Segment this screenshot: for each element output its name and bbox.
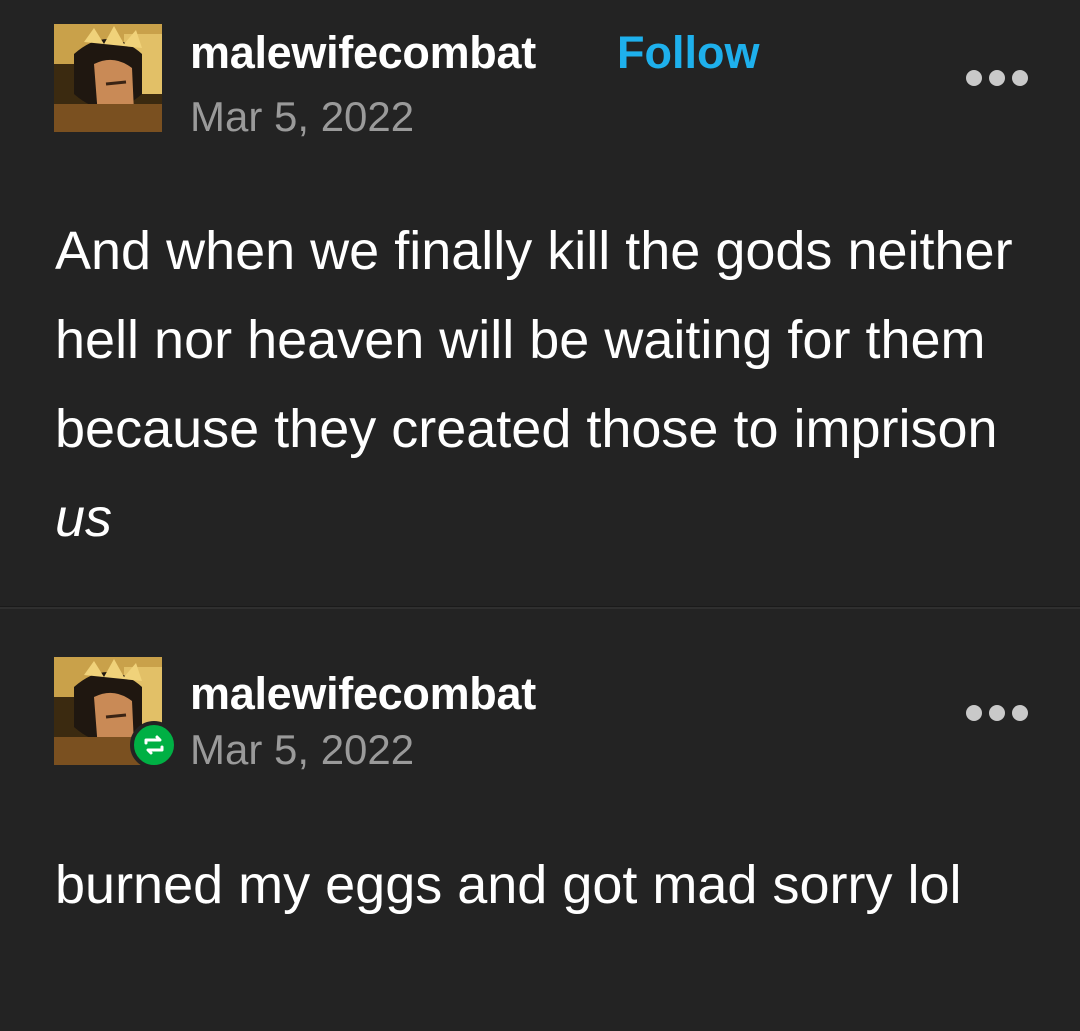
- post-body: burned my eggs and got mad sorry lol: [55, 841, 1045, 930]
- follow-button[interactable]: Follow: [617, 30, 759, 75]
- dot: [1012, 705, 1028, 721]
- post-date: Mar 5, 2022: [190, 726, 415, 773]
- dot: [989, 705, 1005, 721]
- dot: [966, 705, 982, 721]
- username[interactable]: malewifecombat: [190, 671, 536, 716]
- dot: [966, 70, 982, 86]
- dot: [989, 70, 1005, 86]
- post-body-emphasis: us: [55, 488, 113, 548]
- post-body-text: And when we finally kill the gods neithe…: [55, 221, 1013, 459]
- avatar[interactable]: [54, 24, 162, 132]
- original-post: malewifecombat Follow Mar 5, 2022 And wh…: [0, 0, 1080, 606]
- reblog-icon: [130, 721, 178, 769]
- post-date: Mar 5, 2022: [190, 93, 415, 140]
- post-body: And when we finally kill the gods neithe…: [55, 207, 1045, 563]
- more-options-icon[interactable]: [966, 68, 1028, 88]
- post-body-text: burned my eggs and got mad sorry lol: [55, 855, 962, 915]
- username[interactable]: malewifecombat: [190, 30, 536, 75]
- dot: [1012, 70, 1028, 86]
- avatar-image: [54, 24, 162, 132]
- reblog-arrows-icon: [144, 735, 164, 755]
- more-options-icon[interactable]: [966, 703, 1028, 723]
- reblog-post: malewifecombat Mar 5, 2022 burned my egg…: [0, 609, 1080, 1031]
